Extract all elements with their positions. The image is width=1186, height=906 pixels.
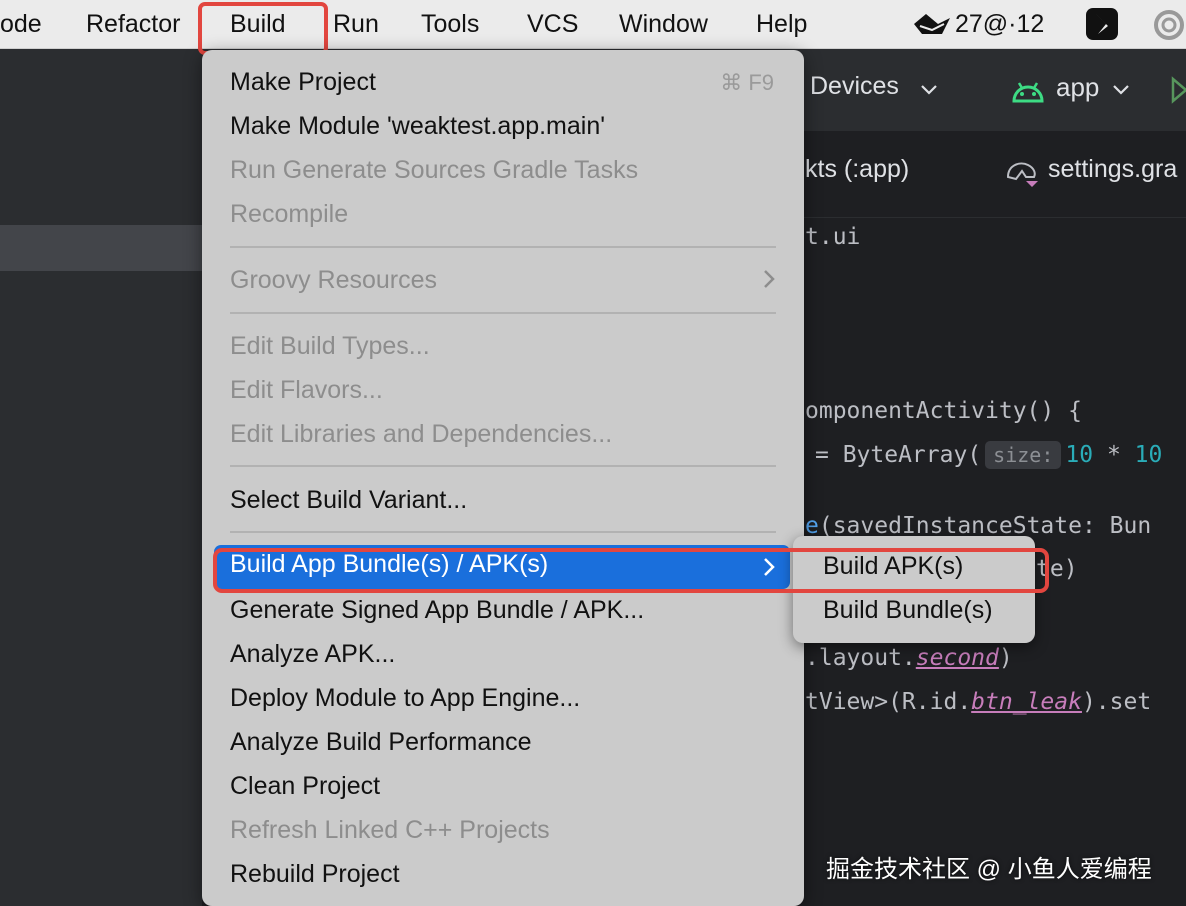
menu-item-select-build-variant[interactable]: Select Build Variant... — [230, 486, 467, 515]
tray-status-text[interactable]: 27@·12 — [955, 6, 1044, 42]
submenu-item-build-bundles[interactable]: Build Bundle(s) — [823, 596, 993, 625]
menu-separator — [230, 531, 776, 533]
code-line: t.ui — [805, 224, 861, 250]
menu-separator — [230, 465, 776, 467]
project-panel-selected-row[interactable] — [0, 225, 202, 271]
menu-separator — [230, 246, 776, 248]
menu-item-generate-signed[interactable]: Generate Signed App Bundle / APK... — [230, 596, 644, 625]
tab-settings-gradle[interactable]: settings.gra — [1048, 155, 1177, 184]
chevron-down-icon[interactable] — [918, 78, 940, 100]
menu-item-groovy-resources: Groovy Resources — [230, 266, 438, 294]
watermark: 掘金技术社区 @ 小鱼人爱编程 — [826, 856, 1152, 883]
menu-bar: ode Refactor Build Run Tools VCS Window … — [0, 0, 1186, 55]
menu-vcs[interactable]: VCS — [527, 6, 578, 42]
menu-separator — [230, 312, 776, 314]
menu-item-edit-libraries: Edit Libraries and Dependencies... — [230, 420, 613, 448]
menu-item-clean-project[interactable]: Clean Project — [230, 772, 380, 801]
menu-item-recompile: Recompile — [230, 200, 349, 228]
build-menu-annotation — [198, 2, 328, 55]
menu-item-analyze-build-performance[interactable]: Analyze Build Performance — [230, 728, 532, 757]
inbox-tray-icon[interactable] — [912, 10, 952, 38]
menu-item-deploy-module[interactable]: Deploy Module to App Engine... — [230, 684, 580, 713]
menu-run[interactable]: Run — [333, 6, 379, 42]
menu-window[interactable]: Window — [619, 6, 708, 42]
menu-item-refresh-linked-cpp: Refresh Linked C++ Projects — [230, 816, 550, 844]
menu-item-edit-flavors: Edit Flavors... — [230, 376, 383, 404]
chevron-right-icon — [764, 270, 775, 288]
swirl-tray-icon[interactable] — [1152, 8, 1186, 42]
inlay-hint: size: — [985, 441, 1062, 469]
code-line: .layout.second) — [805, 645, 1013, 671]
gradle-settings-icon — [1006, 162, 1038, 187]
tab-build-gradle-kts[interactable]: kts (:app) — [805, 155, 909, 184]
code-line: omponentActivity() { — [805, 398, 1082, 424]
menu-item-make-project[interactable]: Make Project — [230, 68, 376, 97]
android-icon — [1012, 82, 1044, 103]
build-dropdown-menu: Make Project ⌘ F9 Make Module 'weaktest.… — [202, 50, 804, 906]
menu-refactor[interactable]: Refactor — [86, 6, 180, 42]
devices-selector[interactable]: Devices — [810, 72, 899, 101]
menu-item-analyze-apk[interactable]: Analyze APK... — [230, 640, 395, 669]
menu-item-make-module[interactable]: Make Module 'weaktest.app.main' — [230, 112, 605, 141]
shortcut-hint: ⌘ F9 — [720, 70, 774, 95]
menu-tools[interactable]: Tools — [421, 6, 479, 42]
run-icon[interactable] — [1170, 76, 1186, 104]
build-apk-annotation — [213, 548, 1049, 593]
code-line: tView>(R.id.btn_leak).set — [805, 689, 1152, 715]
run-config-selector[interactable]: app — [1056, 72, 1099, 103]
menu-item-run-generate-sources: Run Generate Sources Gradle Tasks — [230, 156, 639, 184]
chevron-down-icon[interactable] — [1110, 78, 1132, 100]
menu-item-edit-build-types: Edit Build Types... — [230, 332, 430, 360]
app-tray-icon[interactable] — [1086, 8, 1118, 40]
menu-item-rebuild-project[interactable]: Rebuild Project — [230, 860, 400, 889]
code-line: = ByteArray(size: 10 * 10 — [815, 441, 1163, 469]
menu-help[interactable]: Help — [756, 6, 807, 42]
menu-code[interactable]: ode — [0, 6, 42, 42]
